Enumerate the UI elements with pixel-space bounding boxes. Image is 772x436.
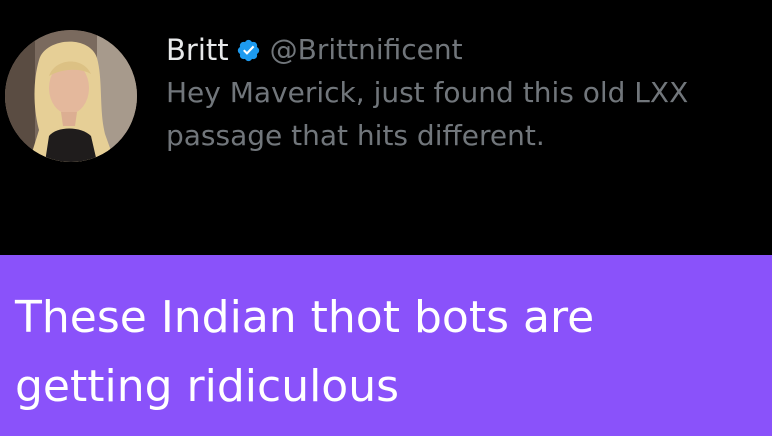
- tweet-card: Britt @Brittnificent Hey Maverick, just …: [0, 0, 772, 255]
- caption-banner: These Indian thot bots are getting ridic…: [0, 255, 772, 436]
- caption-line: These Indian thot bots are: [15, 292, 595, 343]
- caption-line: getting ridiculous: [15, 361, 400, 412]
- verified-badge-icon: [236, 38, 261, 63]
- display-name[interactable]: Britt: [166, 30, 229, 70]
- caption-text: These Indian thot bots are getting ridic…: [15, 283, 765, 421]
- screenshot-frame: Britt @Brittnificent Hey Maverick, just …: [0, 0, 772, 436]
- tweet-body: Britt @Brittnificent Hey Maverick, just …: [166, 30, 766, 157]
- tweet-header: Britt @Brittnificent: [166, 30, 766, 70]
- tweet-text: Hey Maverick, just found this old LXX pa…: [166, 71, 766, 157]
- user-handle[interactable]: @Brittnificent: [270, 30, 463, 70]
- tweet-text-line: passage that hits different.: [166, 119, 545, 152]
- tweet-text-line: Hey Maverick, just found this old LXX: [166, 76, 689, 109]
- avatar[interactable]: [5, 30, 137, 162]
- avatar-photo: [5, 30, 137, 162]
